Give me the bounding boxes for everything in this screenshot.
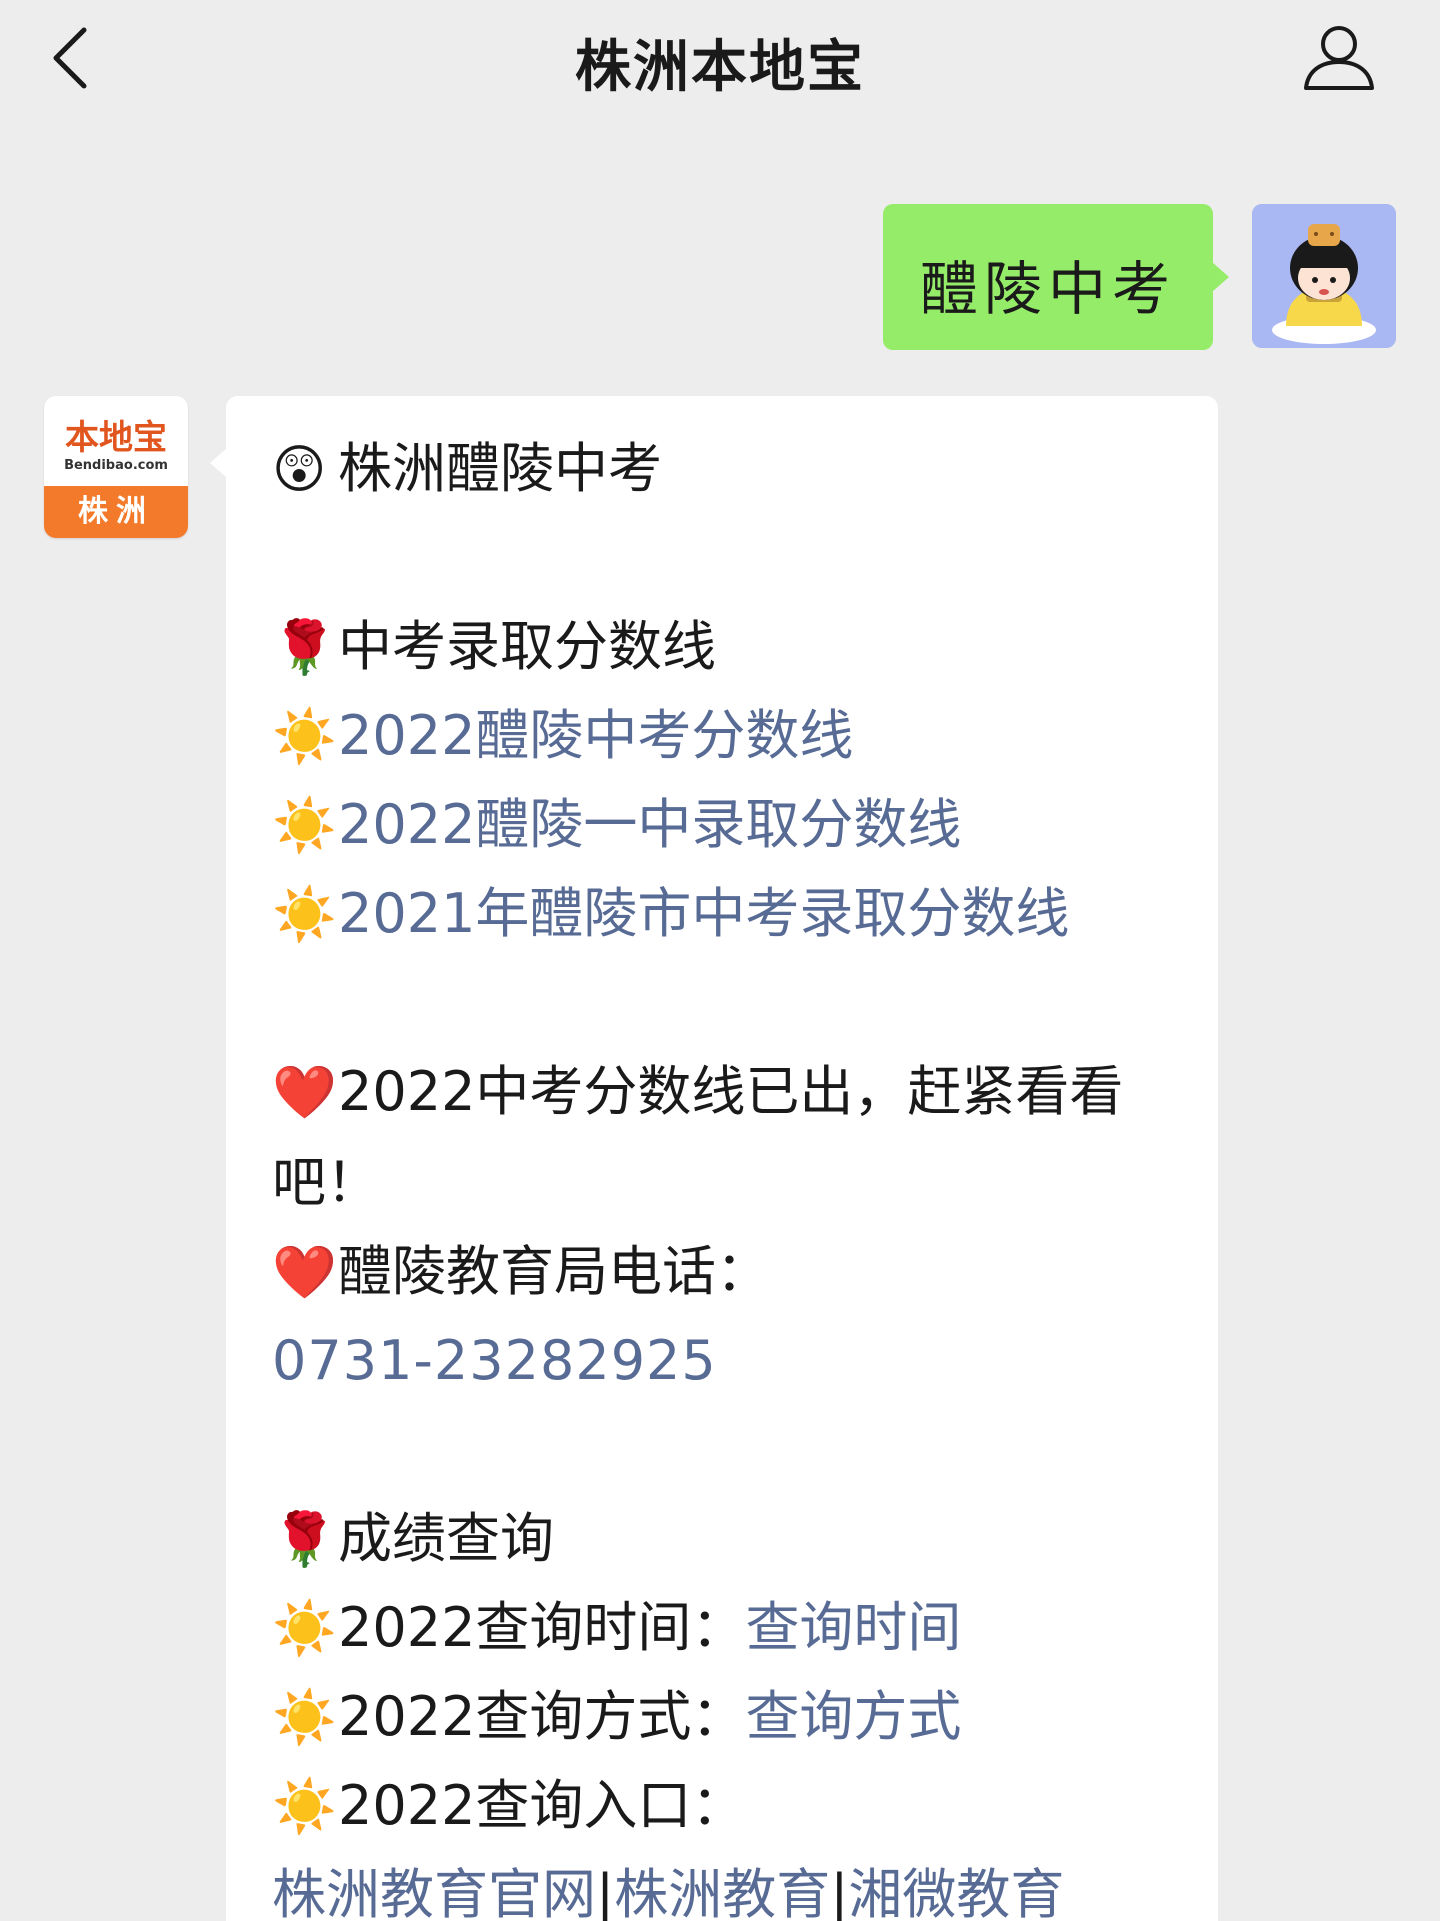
red-heart-icon: ❤️ [272,1243,337,1303]
section-heading: 🌹成绩查询 [272,1494,1192,1583]
message-title-line: 😲 株洲醴陵中考 [272,424,1192,513]
rose-icon: 🌹 [272,618,337,678]
cartoon-girl-avatar-icon [1252,204,1396,348]
query-item: ☀️2022查询方式：查询方式 [272,1672,1192,1761]
sun-icon: ☀️ [272,885,337,945]
link-separator: | [830,1863,849,1921]
notice-text: 2022中考分数线已出，赶紧看看吧！ [272,1060,1124,1214]
score-link[interactable]: 2022醴陵中考分数线 [338,704,853,767]
person-icon [1304,26,1374,90]
user-avatar[interactable] [1252,204,1396,348]
portal-link[interactable]: 株洲教育 [614,1863,830,1921]
profile-button[interactable] [1300,22,1378,94]
score-link-item: ☀️2022醴陵一中录取分数线 [272,780,1192,869]
sun-icon: ☀️ [272,1777,337,1837]
portal-links-line: 株洲教育官网|株洲教育|湘微教育 [272,1850,1192,1921]
score-link-item: ☀️2022醴陵中考分数线 [272,691,1192,780]
astonished-face-icon: 😲 [272,440,327,500]
rose-icon: 🌹 [272,1510,337,1570]
phone-number-line: 0731-23282925 [272,1316,1192,1405]
page-title: 株洲本地宝 [575,35,865,100]
section-heading-text: 成绩查询 [338,1507,554,1570]
query-label: 2022查询时间： [338,1596,746,1659]
portal-link[interactable]: 株洲教育官网 [272,1863,596,1921]
outgoing-message-bubble[interactable]: 醴陵中考 [883,204,1229,350]
query-item: ☀️2022查询入口： [272,1761,1192,1850]
portal-link[interactable]: 湘微教育 [848,1863,1064,1921]
score-link-item: ☀️2021年醴陵市中考录取分数线 [272,869,1192,958]
message-content: 😲 株洲醴陵中考 🌹中考录取分数线 ☀️2022醴陵中考分数线 ☀️2022醴陵一… [272,424,1192,1921]
sun-icon: ☀️ [272,707,337,767]
query-method-link[interactable]: 查询方式 [745,1685,961,1748]
notice-line: ❤️2022中考分数线已出，赶紧看看吧！ [272,1047,1192,1227]
message-title: 株洲醴陵中考 [338,437,662,500]
outgoing-message-text: 醴陵中考 [919,255,1176,323]
query-label: 2022查询入口： [338,1774,746,1837]
query-label: 2022查询方式： [338,1685,746,1748]
incoming-message-bubble: 😲 株洲醴陵中考 🌹中考录取分数线 ☀️2022醴陵中考分数线 ☀️2022醴陵一… [210,396,1218,1921]
query-time-link[interactable]: 查询时间 [745,1596,961,1659]
sun-icon: ☀️ [272,1599,337,1659]
account-logo-city: 株洲 [44,486,188,538]
sun-icon: ☀️ [272,1688,337,1748]
nav-bar: 株洲本地宝 [0,0,1440,120]
section-heading: 🌹中考录取分数线 [272,602,1192,691]
score-link[interactable]: 2022醴陵一中录取分数线 [338,793,961,856]
sun-icon: ☀️ [272,796,337,856]
section-heading-text: 中考录取分数线 [338,615,716,678]
account-logo-domain: Bendibao.com [64,458,168,473]
query-item: ☀️2022查询时间：查询时间 [272,1583,1192,1672]
score-link[interactable]: 2021年醴陵市中考录取分数线 [338,882,1069,945]
account-logo-text: 本地宝 [65,418,167,458]
phone-label-line: ❤️醴陵教育局电话： [272,1227,1192,1316]
phone-label: 醴陵教育局电话： [338,1240,770,1303]
phone-number-link[interactable]: 0731-23282925 [272,1329,717,1392]
account-avatar[interactable]: 本地宝 Bendibao.com 株洲 [44,396,188,538]
red-heart-icon: ❤️ [272,1063,337,1123]
link-separator: | [596,1863,615,1921]
